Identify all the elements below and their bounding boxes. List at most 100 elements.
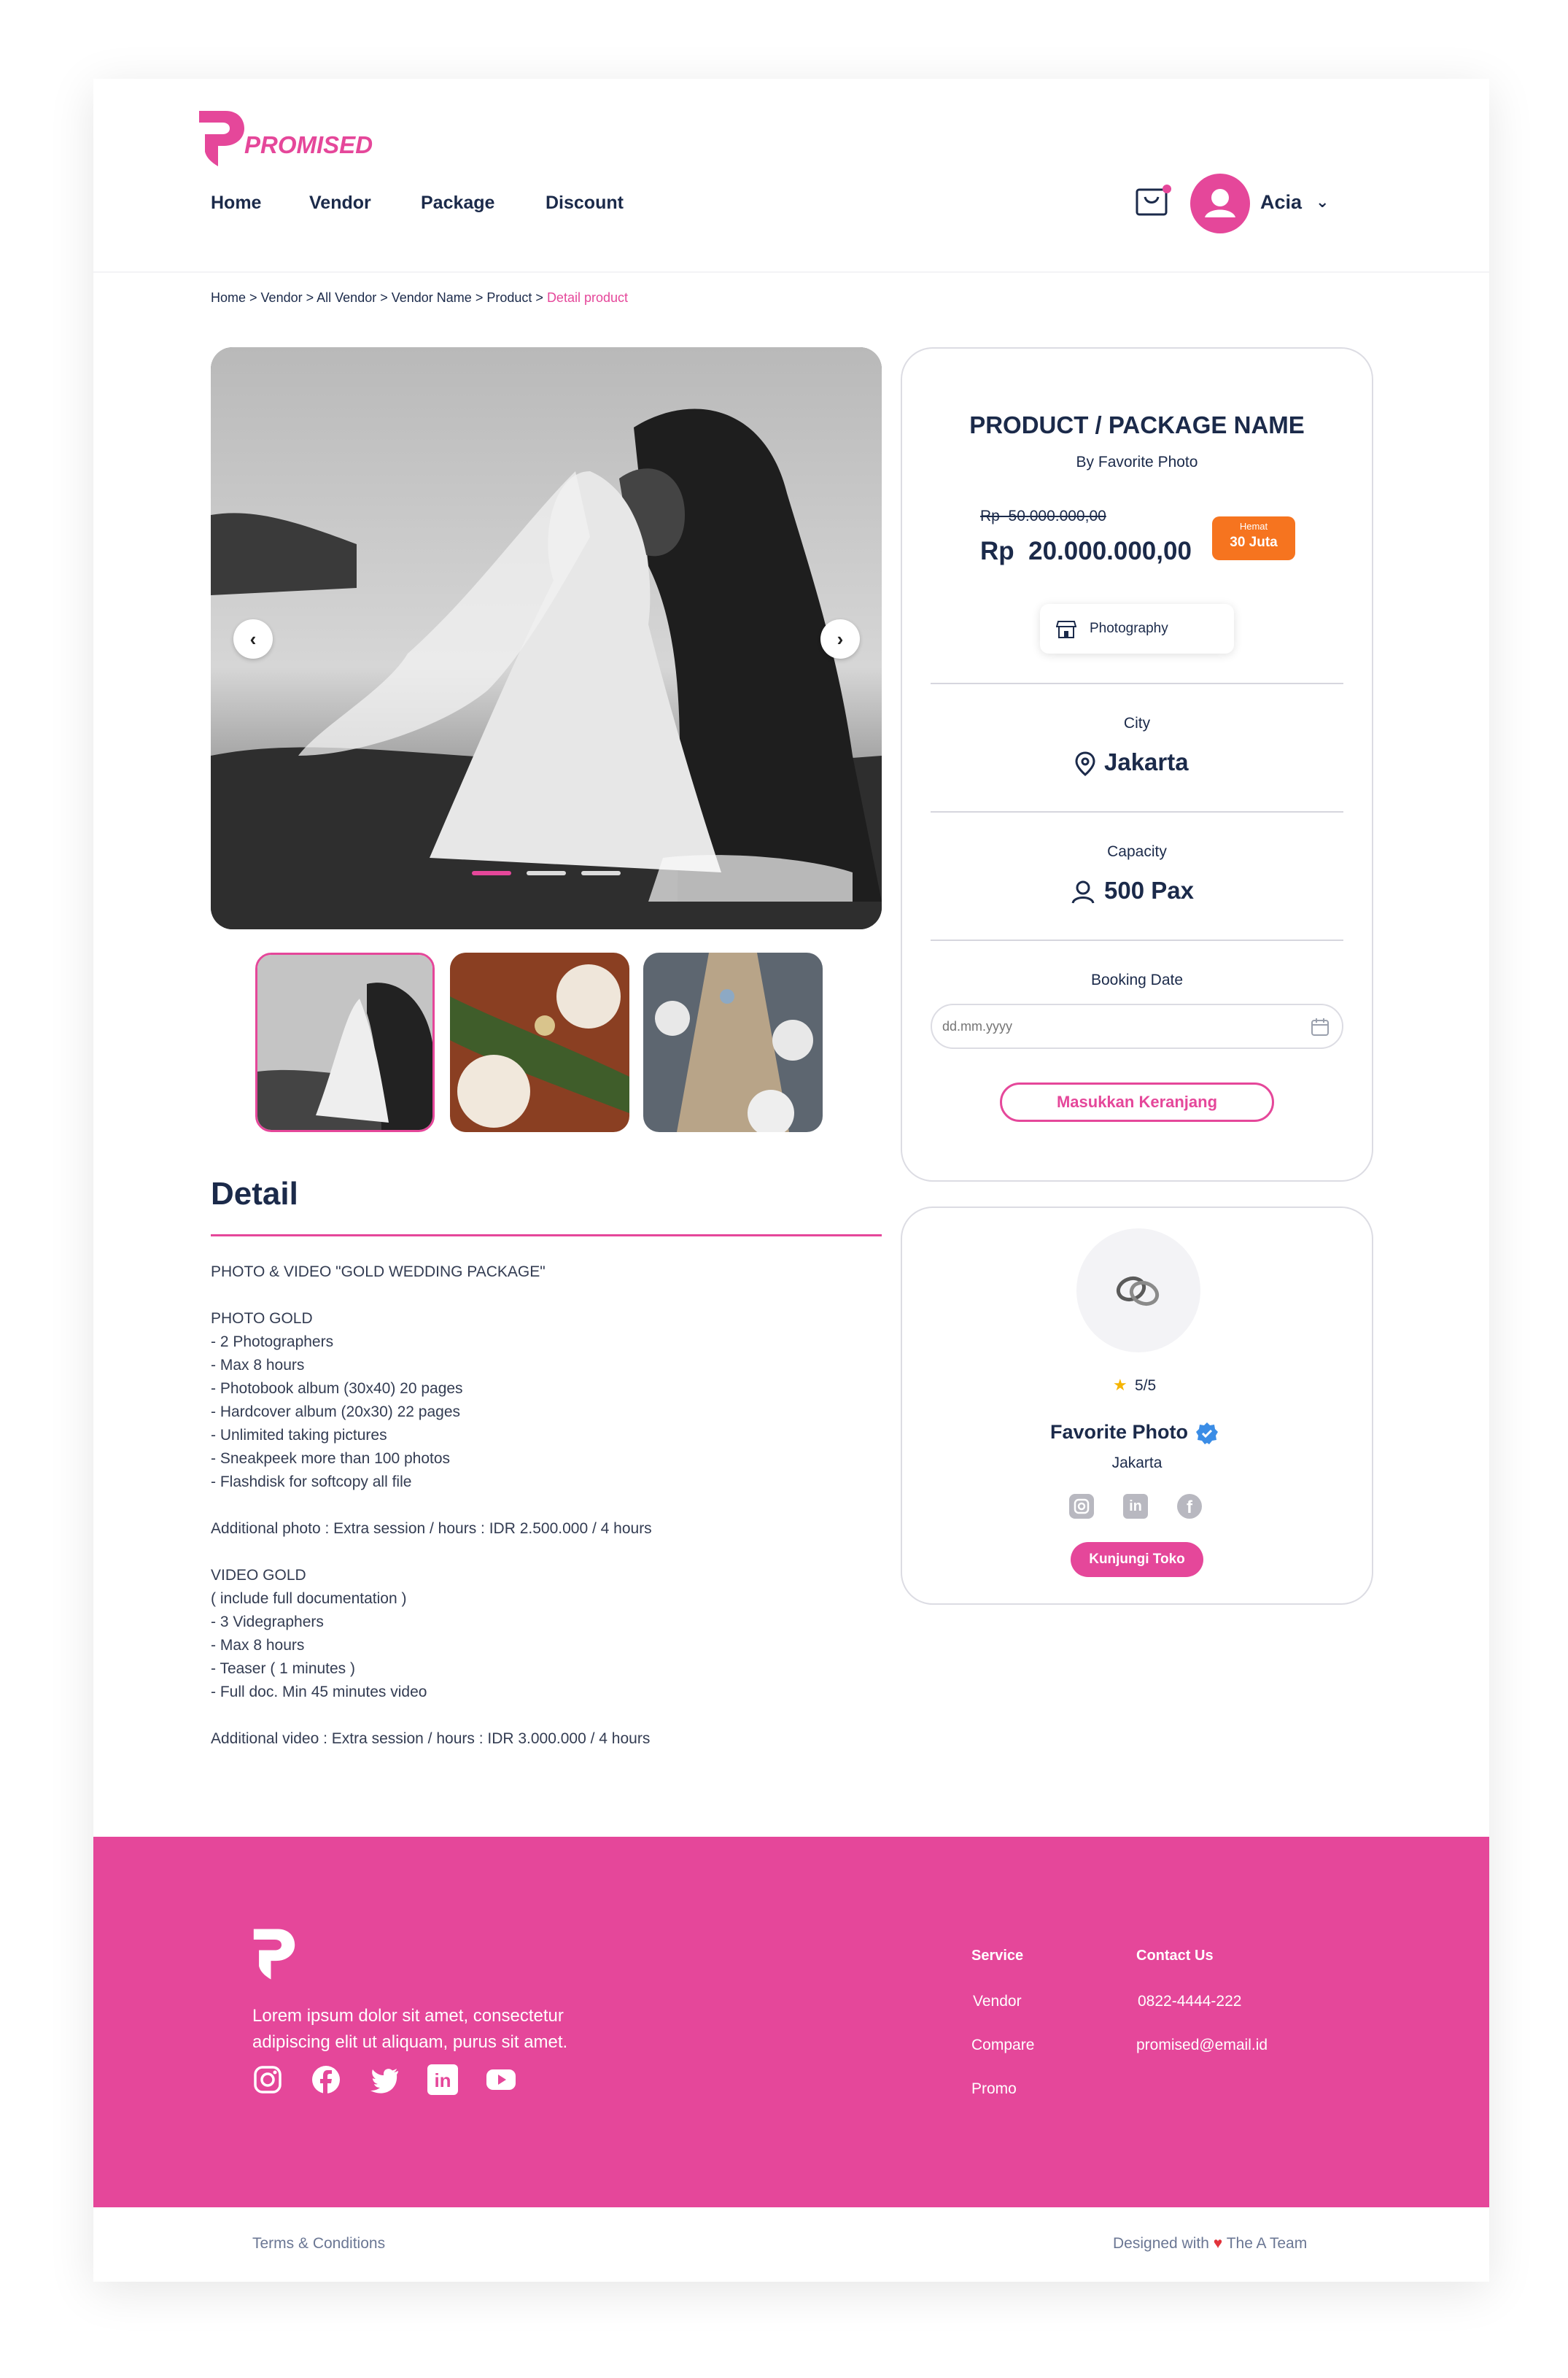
linkedin-icon[interactable]: in: [1123, 1494, 1148, 1519]
thumbnail-long-table: [643, 953, 823, 1132]
breadcrumb-vendor[interactable]: Vendor: [261, 290, 303, 305]
breadcrumb-separator: >: [475, 290, 487, 305]
footer-logo-icon[interactable]: [252, 1927, 296, 1981]
detail-line: - Photobook album (30x40) 20 pages: [211, 1380, 463, 1397]
facebook-icon[interactable]: [311, 2064, 341, 2095]
breadcrumb-separator: >: [306, 290, 317, 305]
calendar-icon[interactable]: [1310, 1017, 1330, 1037]
detail-line: Additional photo : Extra session / hours…: [211, 1520, 652, 1537]
detail-heading: Detail: [211, 1176, 298, 1212]
footer-tagline: Lorem ipsum dolor sit amet, consectetur …: [252, 2003, 567, 2056]
vendor-name[interactable]: Favorite Photo: [1050, 1421, 1188, 1444]
detail-line: [211, 1704, 867, 1727]
thumbnail-1[interactable]: [255, 953, 435, 1132]
footer-contact-heading: Contact Us: [1136, 1948, 1214, 1964]
footer-link-compare[interactable]: Compare: [971, 2037, 1034, 2054]
carousel-dot-3[interactable]: [581, 871, 621, 875]
carousel-dot-2[interactable]: [527, 871, 566, 875]
current-price: Rp 20.000.000,00: [980, 537, 1192, 565]
wedding-rings-icon: [1116, 1276, 1160, 1306]
facebook-icon[interactable]: f: [1177, 1494, 1202, 1519]
city-value: Jakarta: [1104, 748, 1189, 775]
footer-link-vendor[interactable]: Vendor: [973, 1993, 1022, 2010]
detail-line: VIDEO GOLD: [211, 1567, 306, 1584]
detail-line: PHOTO & VIDEO "GOLD WEDDING PACKAGE": [211, 1263, 546, 1280]
terms-link[interactable]: Terms & Conditions: [252, 2235, 385, 2253]
thumbnail-3[interactable]: [643, 953, 823, 1132]
detail-line: - Full doc. Min 45 minutes video: [211, 1684, 427, 1700]
detail-line: PHOTO GOLD: [211, 1310, 313, 1327]
breadcrumb: Home > Vendor > All Vendor > Vendor Name…: [211, 290, 628, 306]
nav-vendor[interactable]: Vendor: [309, 193, 371, 214]
thumbnail-wedding-couple: [257, 955, 432, 1130]
youtube-icon[interactable]: [486, 2064, 516, 2095]
brand-name: PROMISED: [244, 131, 373, 158]
booking-date-label: Booking Date: [1090, 972, 1184, 988]
heart-icon: ♥: [1213, 2235, 1223, 2252]
footer-service-heading: Service: [971, 1948, 1024, 1964]
detail-line: - Teaser ( 1 minutes ): [211, 1660, 356, 1677]
user-icon: [1205, 189, 1235, 217]
instagram-icon[interactable]: [1069, 1494, 1094, 1519]
instagram-icon[interactable]: [252, 2064, 283, 2095]
product-divider: [931, 811, 1343, 813]
footer-tagline-line-2: adipiscing elit ut aliquam, purus sit am…: [252, 2032, 568, 2052]
nav-discount[interactable]: Discount: [546, 193, 624, 214]
footer-link-promo[interactable]: Promo: [971, 2080, 1017, 2098]
product-main-image[interactable]: ‹ ›: [211, 347, 882, 929]
capacity-value-row: 500 Pax: [1071, 877, 1209, 909]
detail-line: - Flashdisk for softcopy all file: [211, 1473, 412, 1490]
detail-line: ( include full documentation ): [211, 1590, 407, 1607]
nav-package[interactable]: Package: [421, 193, 494, 214]
nav-home[interactable]: Home: [211, 193, 261, 214]
brand-logo[interactable]: PROMISED: [198, 109, 373, 168]
old-price: Rp 50.000.000,00: [980, 508, 1106, 524]
cart-icon[interactable]: [1135, 184, 1171, 217]
chevron-down-icon[interactable]: ⌄: [1316, 193, 1329, 212]
carousel-prev-button[interactable]: ‹: [233, 619, 273, 659]
carousel-dot-1[interactable]: [472, 871, 511, 875]
store-icon: [1056, 621, 1076, 638]
verified-badge-icon: [1196, 1422, 1218, 1444]
user-avatar[interactable]: [1190, 174, 1250, 233]
twitter-icon[interactable]: [369, 2064, 400, 2095]
category-chip[interactable]: Photography: [1040, 604, 1234, 654]
detail-line: [211, 1494, 867, 1517]
booking-date-input[interactable]: [942, 1014, 1278, 1039]
breadcrumb-vendor-name[interactable]: Vendor Name: [392, 290, 472, 305]
detail-description: PHOTO & VIDEO "GOLD WEDDING PACKAGE" PHO…: [211, 1260, 867, 1751]
footer-email[interactable]: promised@email.id: [1136, 2037, 1268, 2054]
footer: Lorem ipsum dolor sit amet, consectetur …: [93, 1837, 1489, 2207]
credit-team: The A Team: [1226, 2235, 1308, 2252]
vendor-name-row: Favorite Photo: [1050, 1421, 1243, 1450]
detail-line: [211, 1284, 867, 1307]
add-to-cart-button[interactable]: Masukkan Keranjang: [1000, 1083, 1274, 1122]
page: PROMISED Home Vendor Package Discount Ac…: [93, 79, 1489, 2282]
product-divider: [931, 683, 1343, 684]
logo-icon: [199, 111, 244, 166]
discount-badge: Hemat 30 Juta: [1212, 516, 1295, 560]
detail-line: - Max 8 hours: [211, 1357, 305, 1374]
thumbnail-dinner-table: [450, 953, 629, 1132]
discount-label: Hemat: [1239, 521, 1268, 532]
detail-line: Additional video : Extra session / hours…: [211, 1730, 651, 1747]
product-vendor-byline: By Favorite Photo: [1076, 454, 1198, 470]
footer-phone[interactable]: 0822-4444-222: [1138, 1993, 1241, 2010]
linkedin-icon[interactable]: in: [427, 2064, 458, 2095]
user-name[interactable]: Acia: [1260, 191, 1302, 214]
detail-line: - Unlimited taking pictures: [211, 1427, 387, 1444]
detail-line: - Max 8 hours: [211, 1637, 305, 1654]
header-divider: [93, 271, 1489, 273]
product-name: PRODUCT / PACKAGE NAME: [969, 411, 1305, 438]
vendor-city: Jakarta: [1111, 1455, 1163, 1471]
wedding-photo: [211, 347, 882, 929]
visit-store-button[interactable]: Kunjungi Toko: [1071, 1542, 1203, 1577]
thumbnail-2[interactable]: [450, 953, 629, 1132]
carousel-next-button[interactable]: ›: [820, 619, 860, 659]
credit: Designed with ♥ The A Team: [1113, 2235, 1307, 2253]
breadcrumb-all-vendor[interactable]: All Vendor: [317, 290, 376, 305]
booking-date-field[interactable]: [931, 1004, 1343, 1049]
breadcrumb-home[interactable]: Home: [211, 290, 246, 305]
breadcrumb-product[interactable]: Product: [486, 290, 532, 305]
city-value-row: Jakarta: [1075, 748, 1199, 781]
